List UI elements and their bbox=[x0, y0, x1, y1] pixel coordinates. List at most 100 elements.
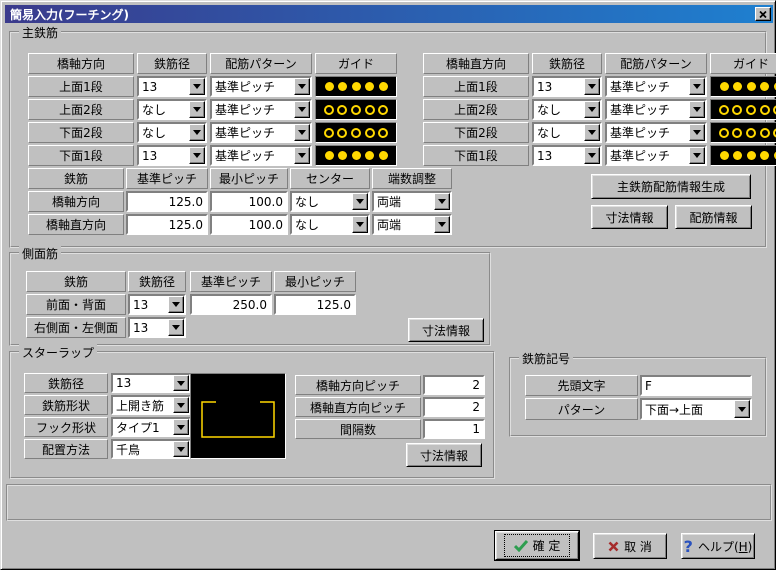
combo-value: なし bbox=[534, 124, 584, 141]
adjust-combo-axis[interactable]: 両端 bbox=[372, 191, 452, 212]
stirrup-diameter-combo[interactable]: 13 bbox=[111, 373, 191, 393]
chevron-down-icon[interactable] bbox=[189, 124, 205, 141]
dimension-info-button-main[interactable]: 寸法情報 bbox=[591, 205, 668, 229]
chevron-down-icon[interactable] bbox=[173, 419, 189, 435]
guide-dot bbox=[746, 128, 756, 138]
pattern-combo-top2[interactable]: 基準ピッチ bbox=[210, 99, 312, 120]
adjust-combo-perpendicular[interactable]: 両端 bbox=[372, 214, 452, 235]
chevron-down-icon[interactable] bbox=[584, 147, 600, 164]
diameter-combo-bottom2[interactable]: なし bbox=[532, 122, 602, 143]
chevron-down-icon[interactable] bbox=[294, 124, 310, 141]
chevron-down-icon[interactable] bbox=[689, 78, 705, 95]
chevron-down-icon[interactable] bbox=[689, 147, 705, 164]
diameter-combo-left-right[interactable]: 13 bbox=[128, 317, 186, 338]
pattern-combo-bottom1[interactable]: 基準ピッチ bbox=[605, 145, 707, 166]
chevron-down-icon[interactable] bbox=[294, 147, 310, 164]
chevron-down-icon[interactable] bbox=[434, 193, 450, 210]
center-combo-perpendicular[interactable]: なし bbox=[290, 214, 370, 235]
chevron-down-icon[interactable] bbox=[689, 101, 705, 118]
combo-value: 基準ピッチ bbox=[212, 101, 294, 118]
combo-value: 基準ピッチ bbox=[212, 78, 294, 95]
chevron-down-icon[interactable] bbox=[189, 147, 205, 164]
min-pitch-input-axis[interactable] bbox=[210, 191, 288, 212]
diameter-combo-front-back[interactable]: 13 bbox=[128, 294, 186, 315]
pattern-combo-top1[interactable]: 基準ピッチ bbox=[210, 76, 312, 97]
chevron-down-icon[interactable] bbox=[168, 319, 184, 336]
generate-main-rebar-info-button[interactable]: 主鉄筋配筋情報生成 bbox=[591, 174, 751, 199]
diameter-combo-bottom1[interactable]: 13 bbox=[532, 145, 602, 166]
guide-dot bbox=[325, 82, 334, 91]
guide-dot bbox=[365, 82, 374, 91]
axis-pitch-input[interactable] bbox=[423, 375, 485, 395]
diameter-combo-top1[interactable]: 13 bbox=[137, 76, 207, 97]
guide-dot bbox=[378, 128, 388, 138]
chevron-down-icon[interactable] bbox=[434, 216, 450, 233]
pattern-combo-bottom2[interactable]: 基準ピッチ bbox=[605, 122, 707, 143]
base-pitch-input-perpendicular[interactable] bbox=[126, 214, 208, 235]
pattern-combo-bottom1[interactable]: 基準ピッチ bbox=[210, 145, 312, 166]
chevron-down-icon[interactable] bbox=[734, 400, 750, 418]
col-header-diameter: 鉄筋径 bbox=[532, 53, 602, 74]
stirrup-shape-combo[interactable]: 上開き筋 bbox=[111, 395, 191, 415]
col-header-diameter: 鉄筋径 bbox=[137, 53, 207, 74]
pattern-combo-top1[interactable]: 基準ピッチ bbox=[605, 76, 707, 97]
stirrup-fields: 鉄筋径 13 鉄筋形状 上開き筋 フック形状 タイプ1 配置方法 千鳥 bbox=[24, 373, 191, 459]
min-pitch-input-side[interactable] bbox=[274, 294, 356, 315]
help-button[interactable]: ? ヘルプ(H) bbox=[681, 533, 755, 559]
check-icon bbox=[514, 540, 528, 552]
window-title: 簡易入力(フーチング) bbox=[7, 6, 755, 23]
chevron-down-icon[interactable] bbox=[173, 375, 189, 391]
placement-method-combo[interactable]: 千鳥 bbox=[111, 439, 191, 459]
diameter-combo-bottom2[interactable]: なし bbox=[137, 122, 207, 143]
min-pitch-input-perpendicular[interactable] bbox=[210, 214, 288, 235]
diameter-combo-bottom1[interactable]: 13 bbox=[137, 145, 207, 166]
chevron-down-icon[interactable] bbox=[584, 101, 600, 118]
diameter-combo-top1[interactable]: 13 bbox=[532, 76, 602, 97]
pattern-combo-top2[interactable]: 基準ピッチ bbox=[605, 99, 707, 120]
row-label-perpendicular-pitch: 橋軸直方向ピッチ bbox=[295, 397, 421, 417]
prefix-char-input[interactable] bbox=[640, 375, 752, 396]
perpendicular-pitch-input[interactable] bbox=[423, 397, 485, 417]
chevron-down-icon[interactable] bbox=[173, 397, 189, 413]
arrangement-info-button[interactable]: 配筋情報 bbox=[675, 205, 752, 229]
close-button[interactable] bbox=[755, 7, 771, 21]
chevron-down-icon[interactable] bbox=[294, 101, 310, 118]
row-label-top1: 上面1段 bbox=[28, 76, 134, 97]
diameter-combo-top2[interactable]: なし bbox=[137, 99, 207, 120]
guide-panel bbox=[315, 99, 397, 120]
center-combo-axis[interactable]: なし bbox=[290, 191, 370, 212]
combo-value: 13 bbox=[534, 80, 584, 94]
interval-count-input[interactable] bbox=[423, 419, 485, 439]
cancel-button[interactable]: 取 消 bbox=[593, 533, 667, 559]
chevron-down-icon[interactable] bbox=[352, 193, 368, 210]
col-header-diameter: 鉄筋径 bbox=[128, 271, 186, 292]
guide-dot bbox=[365, 151, 374, 160]
chevron-down-icon[interactable] bbox=[189, 101, 205, 118]
chevron-down-icon[interactable] bbox=[584, 78, 600, 95]
chevron-down-icon[interactable] bbox=[189, 78, 205, 95]
row-label-perpendicular: 橋軸直方向 bbox=[28, 214, 124, 235]
combo-value: 13 bbox=[139, 149, 189, 163]
guide-dot bbox=[747, 82, 756, 91]
chevron-down-icon[interactable] bbox=[689, 124, 705, 141]
combo-value: 上開き筋 bbox=[113, 397, 173, 414]
chevron-down-icon[interactable] bbox=[584, 124, 600, 141]
chevron-down-icon[interactable] bbox=[352, 216, 368, 233]
dimension-info-button-stirrup[interactable]: 寸法情報 bbox=[406, 443, 482, 467]
guide-dot bbox=[351, 105, 361, 115]
row-label-placement: 配置方法 bbox=[24, 439, 108, 459]
pattern-combo-bottom2[interactable]: 基準ピッチ bbox=[210, 122, 312, 143]
symbol-pattern-combo[interactable]: 下面→上面 bbox=[640, 398, 752, 420]
confirm-button[interactable]: 確 定 bbox=[495, 531, 579, 560]
row-label-diameter: 鉄筋径 bbox=[24, 373, 108, 393]
diameter-combo-top2[interactable]: なし bbox=[532, 99, 602, 120]
base-pitch-input-side[interactable] bbox=[190, 294, 272, 315]
combo-value: 基準ピッチ bbox=[212, 147, 294, 164]
dimension-info-button-side[interactable]: 寸法情報 bbox=[408, 318, 484, 342]
chevron-down-icon[interactable] bbox=[168, 296, 184, 313]
base-pitch-input-axis[interactable] bbox=[126, 191, 208, 212]
chevron-down-icon[interactable] bbox=[173, 441, 189, 457]
combo-value: タイプ1 bbox=[113, 419, 173, 436]
hook-shape-combo[interactable]: タイプ1 bbox=[111, 417, 191, 437]
chevron-down-icon[interactable] bbox=[294, 78, 310, 95]
